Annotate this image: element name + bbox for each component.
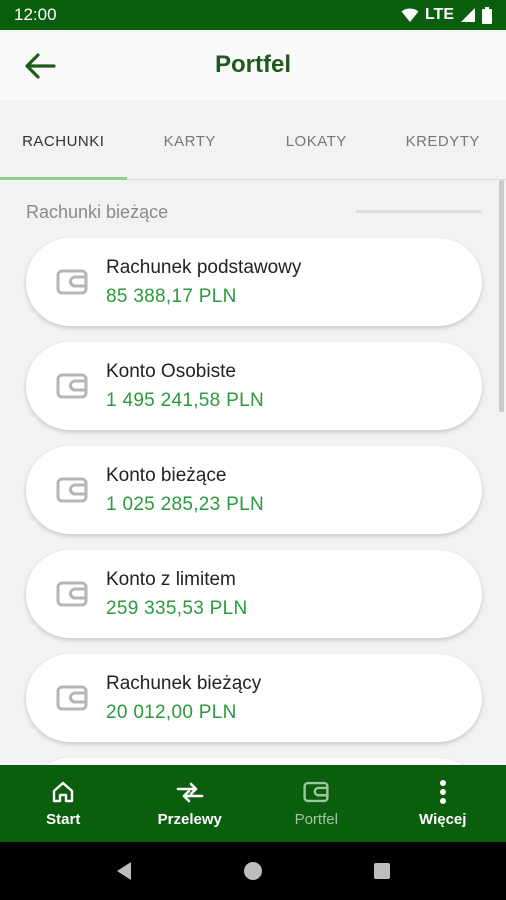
tab-lokaty[interactable]: LOKATY bbox=[253, 100, 380, 179]
nav-label: Start bbox=[46, 811, 81, 828]
nav-label: Przelewy bbox=[157, 811, 222, 828]
account-balance: 1 025 285,23 PLN bbox=[106, 493, 264, 515]
circle-home-icon bbox=[244, 862, 262, 880]
accounts-list[interactable]: Rachunki bieżące Rachunek podstawowy 85 … bbox=[0, 180, 506, 765]
square-recents-icon bbox=[374, 863, 390, 879]
system-home-button[interactable] bbox=[243, 861, 263, 881]
status-icons: LTE bbox=[401, 6, 492, 24]
wifi-icon bbox=[401, 8, 419, 22]
account-balance: 85 388,17 PLN bbox=[106, 285, 237, 307]
nav-wiecej[interactable]: Więcej bbox=[380, 765, 506, 842]
nav-label: Więcej bbox=[419, 811, 467, 828]
account-name: Konto Osobiste bbox=[106, 360, 236, 382]
account-name: Rachunek podstawowy bbox=[106, 256, 302, 278]
nav-przelewy[interactable]: Przelewy bbox=[127, 765, 254, 842]
battery-icon bbox=[482, 6, 492, 24]
tab-kredyty[interactable]: KREDYTY bbox=[380, 100, 506, 179]
arrow-left-icon bbox=[25, 53, 56, 79]
triangle-back-icon bbox=[117, 862, 131, 880]
account-card[interactable]: Konto Osobiste 1 495 241,58 PLN bbox=[26, 342, 482, 430]
account-balance: 259 335,53 PLN bbox=[106, 597, 248, 619]
status-time: 12:00 bbox=[14, 5, 57, 24]
nav-label: Portfel bbox=[294, 811, 338, 828]
app-bar: Portfel bbox=[0, 30, 506, 100]
account-name: Konto z limitem bbox=[106, 568, 236, 590]
system-recents-button[interactable] bbox=[373, 862, 391, 880]
account-name: Rachunek bieżący bbox=[106, 672, 262, 694]
nav-start[interactable]: Start bbox=[0, 765, 127, 842]
wallet-icon bbox=[56, 685, 88, 711]
network-type: LTE bbox=[424, 6, 454, 23]
account-card[interactable]: Rachunek bieżący 20 012,00 PLN bbox=[26, 654, 482, 742]
account-card-partial[interactable] bbox=[26, 758, 482, 765]
transfer-icon bbox=[176, 779, 204, 805]
system-nav-bar bbox=[0, 842, 506, 900]
more-icon bbox=[439, 779, 447, 805]
signal-icon bbox=[461, 8, 475, 22]
tab-bar: RACHUNKI KARTY LOKATY KREDYTY bbox=[0, 100, 506, 180]
account-name: Konto bieżące bbox=[106, 464, 227, 486]
tab-rachunki[interactable]: RACHUNKI bbox=[0, 100, 127, 180]
wallet-icon bbox=[56, 477, 88, 503]
wallet-icon bbox=[56, 373, 88, 399]
tab-karty[interactable]: KARTY bbox=[127, 100, 254, 179]
account-card[interactable]: Konto bieżące 1 025 285,23 PLN bbox=[26, 446, 482, 534]
account-card[interactable]: Rachunek podstawowy 85 388,17 PLN bbox=[26, 238, 482, 326]
page-title: Portfel bbox=[214, 51, 291, 78]
nav-portfel[interactable]: Portfel bbox=[253, 765, 380, 842]
account-card[interactable]: Konto z limitem 259 335,53 PLN bbox=[26, 550, 482, 638]
account-balance: 20 012,00 PLN bbox=[106, 701, 237, 723]
status-bar: 12:00 LTE bbox=[0, 0, 506, 30]
wallet-icon bbox=[56, 581, 88, 607]
wallet-icon bbox=[56, 269, 88, 295]
system-back-button[interactable] bbox=[115, 861, 133, 881]
home-icon bbox=[51, 779, 75, 805]
section-divider bbox=[356, 210, 482, 213]
section-title: Rachunki bieżące bbox=[26, 202, 169, 222]
bottom-nav: Start Przelewy Portfel Więcej bbox=[0, 765, 506, 842]
back-button[interactable] bbox=[20, 46, 60, 86]
account-balance: 1 495 241,58 PLN bbox=[106, 389, 264, 411]
wallet-icon bbox=[303, 779, 329, 805]
scrollbar[interactable] bbox=[499, 180, 504, 412]
